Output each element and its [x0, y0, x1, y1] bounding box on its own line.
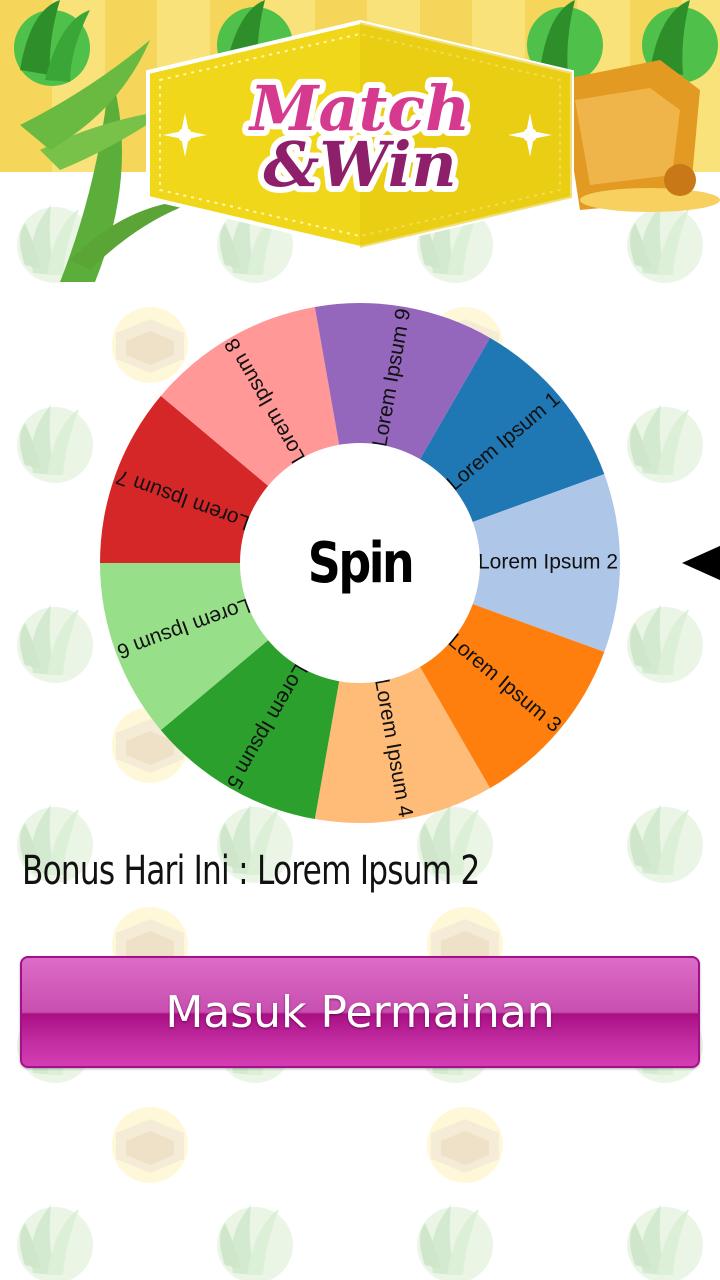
enter-game-button[interactable]: Masuk Permainan [20, 956, 700, 1068]
match-win-logo: Match Match &Win &Win [146, 19, 574, 251]
wheel-segment-label: Lorem Ipsum 2 [478, 551, 618, 574]
logo-line2: &Win [263, 128, 456, 201]
enter-game-button-label: Masuk Permainan [165, 986, 555, 1038]
wheel-pointer-icon [682, 545, 720, 581]
bonus-today-text: Bonus Hari Ini : Lorem Ipsum 2 [22, 848, 480, 894]
prize-wheel[interactable]: Lorem Ipsum 1 Lorem Ipsum 2 Lorem Ipsum 3L… [100, 303, 620, 823]
header-banner: Match Match &Win &Win [0, 0, 720, 282]
spin-button[interactable] [240, 443, 480, 683]
